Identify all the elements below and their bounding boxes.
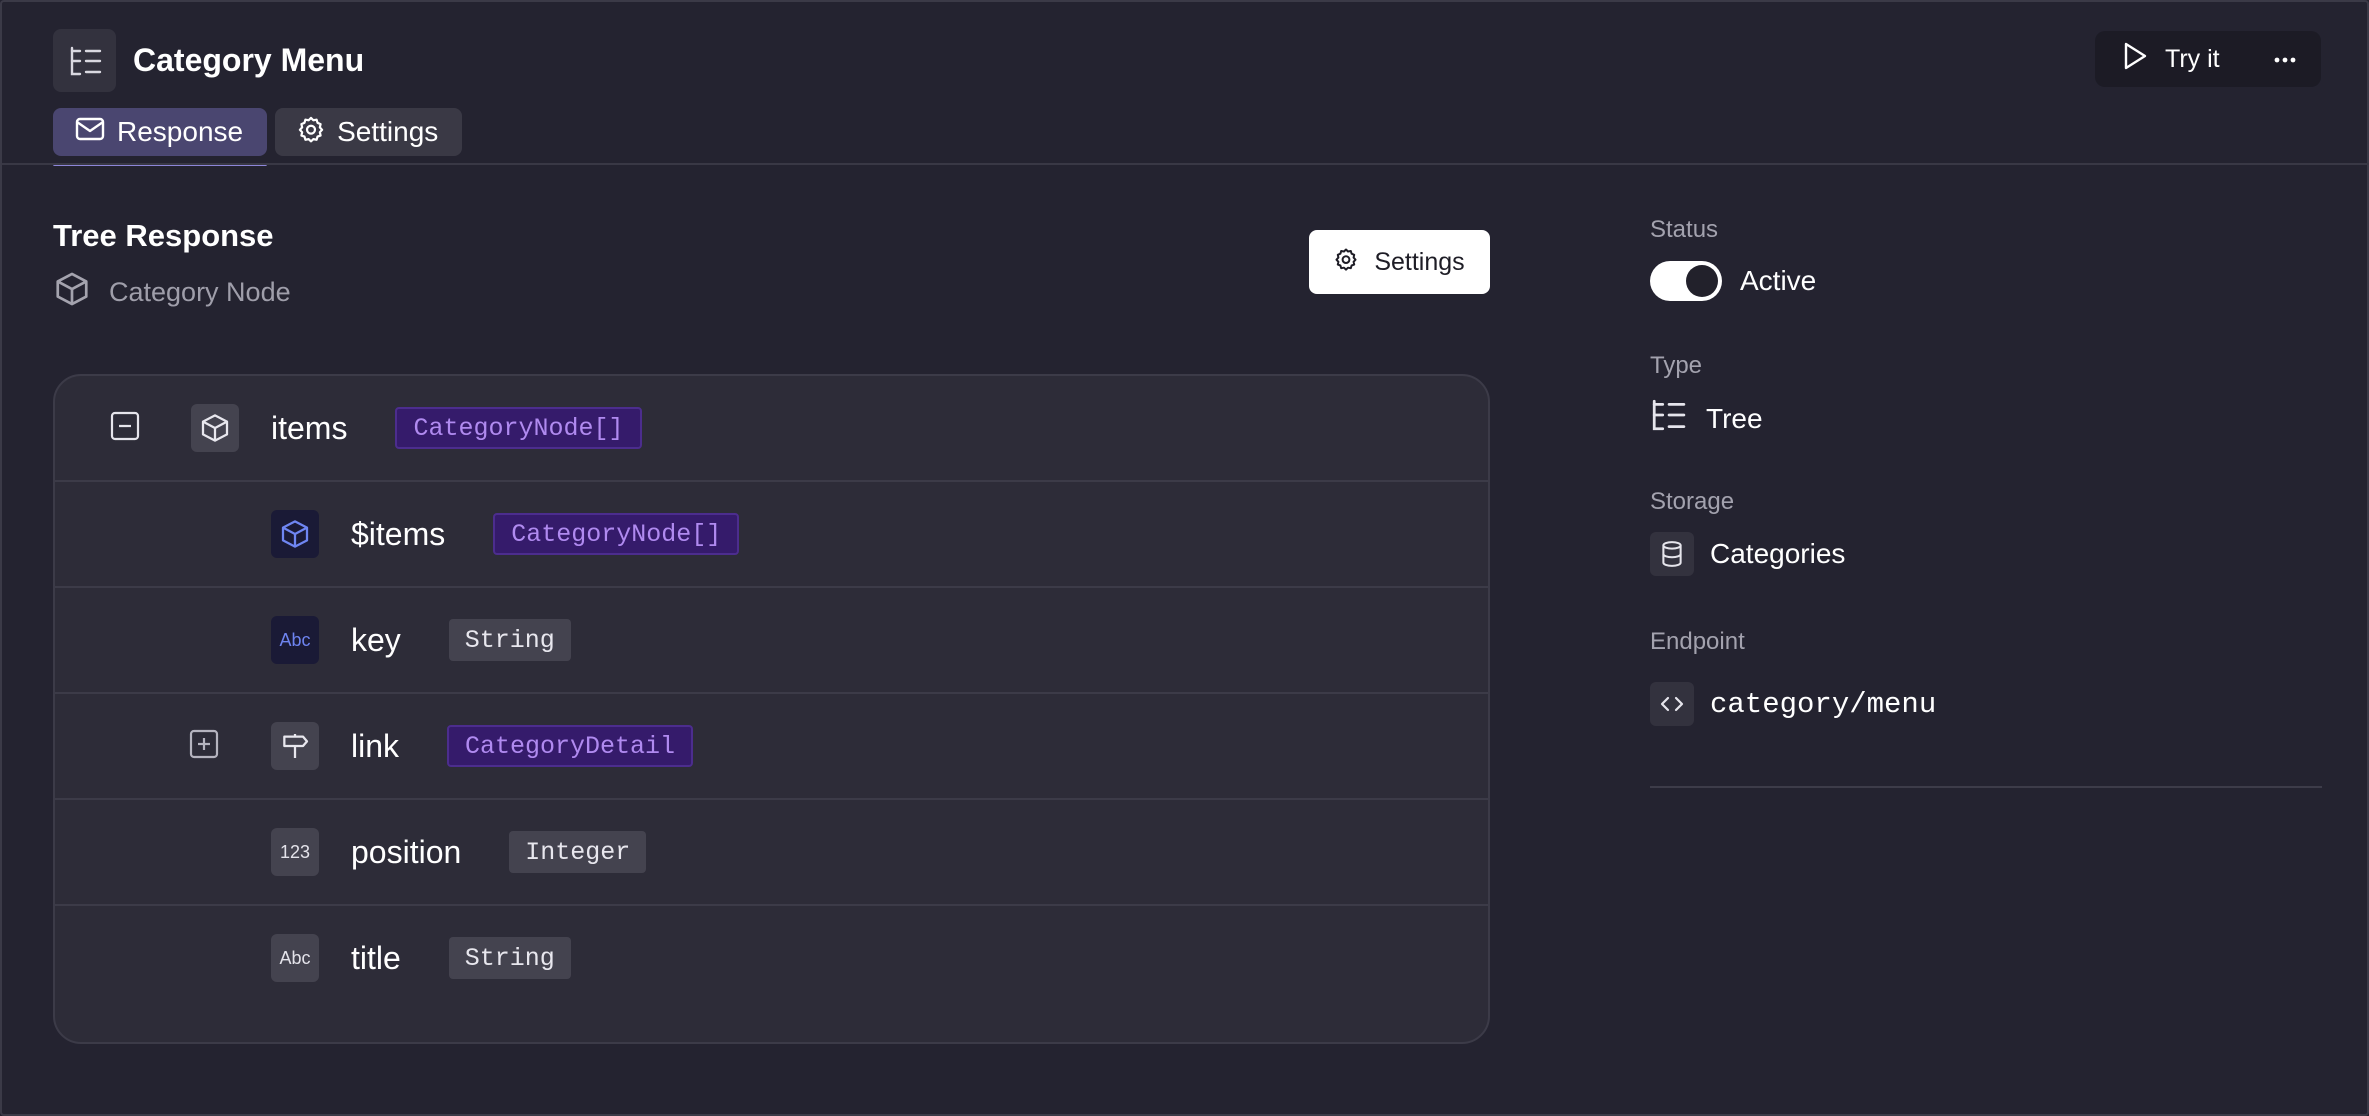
- status-text: Active: [1740, 265, 1817, 296]
- app-window: Category Menu Try it Response Settings T…: [0, 0, 2369, 1116]
- tree-row[interactable]: link CategoryDetail: [55, 694, 1488, 800]
- tree-row[interactable]: Abc title String: [55, 906, 1488, 1012]
- expand-toggle[interactable]: [184, 694, 224, 798]
- type-badge: String: [448, 619, 571, 661]
- collapse-icon: [110, 411, 140, 446]
- storage-text: Categories: [1710, 538, 1846, 569]
- toggle-knob: [1686, 265, 1718, 297]
- section-subtitle: Category Node: [53, 270, 291, 315]
- endpoint-text: category/menu: [1710, 687, 1937, 721]
- settings-button-label: Settings: [1374, 247, 1465, 276]
- more-icon: [2274, 50, 2296, 68]
- text-icon: Abc: [271, 616, 319, 664]
- mail-icon: [75, 116, 105, 149]
- section-title: Tree Response: [53, 218, 274, 253]
- field-name: key: [351, 621, 401, 658]
- status-label: Status: [1650, 216, 1719, 243]
- tree-row[interactable]: 123 position Integer: [55, 800, 1488, 906]
- settings-button[interactable]: Settings: [1309, 230, 1490, 294]
- tree-icon: [53, 29, 116, 92]
- tab-settings-label: Settings: [337, 116, 439, 147]
- type-label: Type: [1650, 352, 1703, 379]
- field-name: $items: [351, 515, 446, 552]
- sidebar-divider: [1650, 786, 2322, 788]
- try-it-label: Try it: [2165, 44, 2220, 73]
- type-badge: String: [448, 937, 571, 979]
- number-icon-label: 123: [279, 841, 311, 862]
- top-actions: Try it: [2095, 31, 2321, 87]
- more-options-button[interactable]: [2265, 31, 2305, 87]
- type-badge: Integer: [509, 831, 647, 873]
- tree-row[interactable]: Abc key String: [55, 588, 1488, 694]
- header-divider: [2, 163, 2369, 165]
- tab-bar: Response Settings: [53, 108, 463, 166]
- section-subtitle-text: Category Node: [109, 277, 291, 307]
- storage-label: Storage: [1650, 488, 1735, 515]
- type-badge: CategoryNode[]: [395, 407, 642, 449]
- cube-icon: [53, 270, 91, 315]
- text-icon-label: Abc: [279, 629, 311, 650]
- tree-row[interactable]: $items CategoryNode[]: [55, 482, 1488, 588]
- tree-card: items CategoryNode[] $items CategoryNode…: [53, 374, 1490, 1044]
- field-name: title: [351, 939, 401, 976]
- field-name: position: [351, 833, 462, 870]
- tab-response[interactable]: Response: [53, 108, 268, 166]
- tab-settings[interactable]: Settings: [275, 108, 463, 156]
- signpost-icon: [271, 722, 319, 770]
- field-name: link: [351, 727, 400, 764]
- type-badge: CategoryNode[]: [493, 513, 740, 555]
- number-icon: 123: [271, 828, 319, 876]
- collapse-toggle[interactable]: [105, 376, 145, 480]
- gear-icon: [297, 115, 325, 150]
- type-value: Tree: [1650, 399, 1763, 438]
- expand-icon: [189, 729, 219, 764]
- database-icon: [1650, 532, 1694, 576]
- text-icon-label: Abc: [279, 947, 311, 968]
- status-toggle[interactable]: [1650, 261, 1722, 301]
- try-it-button[interactable]: Try it: [2095, 31, 2220, 87]
- gear-icon: [1334, 247, 1358, 278]
- status-value: Active: [1650, 261, 1816, 301]
- code-icon: [1650, 682, 1694, 726]
- cube-icon: [271, 510, 319, 558]
- play-icon: [2121, 41, 2149, 78]
- text-icon: Abc: [271, 934, 319, 982]
- cube-icon: [191, 404, 239, 452]
- field-name: items: [271, 409, 348, 446]
- type-text: Tree: [1706, 402, 1763, 434]
- endpoint-value[interactable]: category/menu: [1650, 682, 1936, 726]
- storage-value: Categories: [1650, 532, 1845, 576]
- endpoint-label: Endpoint: [1650, 628, 1745, 655]
- tree-row[interactable]: items CategoryNode[]: [55, 376, 1488, 482]
- page-title: Category Menu: [133, 42, 365, 78]
- type-badge: CategoryDetail: [447, 725, 694, 767]
- tree-icon: [1650, 399, 1686, 438]
- tab-response-label: Response: [117, 116, 244, 147]
